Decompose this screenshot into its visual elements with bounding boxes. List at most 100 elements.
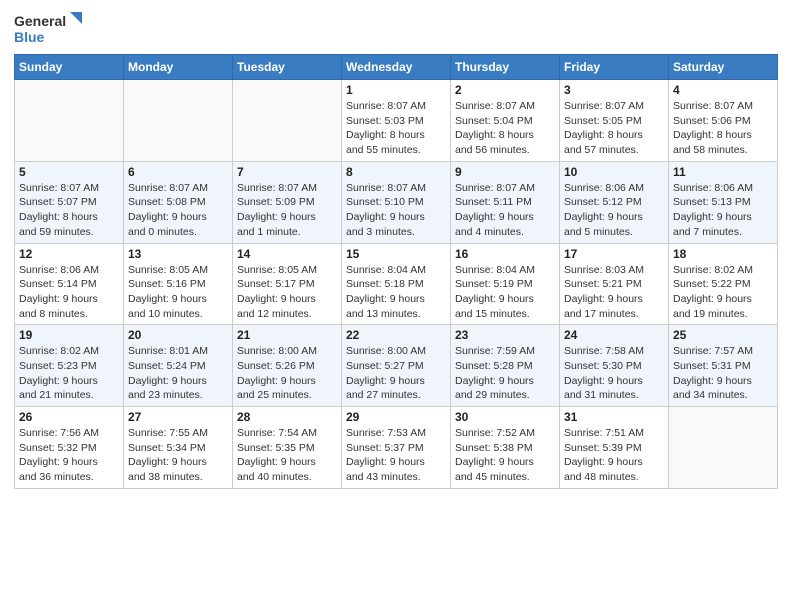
day-info: Sunrise: 8:07 AM Sunset: 5:06 PM Dayligh… (673, 99, 773, 158)
day-info: Sunrise: 8:06 AM Sunset: 5:14 PM Dayligh… (19, 263, 119, 322)
calendar-cell: 10Sunrise: 8:06 AM Sunset: 5:12 PM Dayli… (560, 161, 669, 243)
day-info: Sunrise: 8:01 AM Sunset: 5:24 PM Dayligh… (128, 344, 228, 403)
calendar-cell (233, 80, 342, 162)
calendar-cell: 29Sunrise: 7:53 AM Sunset: 5:37 PM Dayli… (342, 407, 451, 489)
day-number: 20 (128, 328, 228, 342)
calendar-cell: 15 Sunrise: 8:04 AM Sunset: 5:18 PM Dayli… (342, 243, 451, 325)
calendar-cell: 13Sunrise: 8:05 AM Sunset: 5:16 PM Dayli… (124, 243, 233, 325)
week-row-2: 5 Sunrise: 8:07 AM Sunset: 5:07 PM Daylig… (15, 161, 778, 243)
day-number: 18 (673, 247, 773, 261)
calendar-cell: 20 Sunrise: 8:01 AM Sunset: 5:24 PM Dayli… (124, 325, 233, 407)
calendar-cell: 14Sunrise: 8:05 AM Sunset: 5:17 PM Dayli… (233, 243, 342, 325)
week-row-3: 12 Sunrise: 8:06 AM Sunset: 5:14 PM Dayli… (15, 243, 778, 325)
weekday-friday: Friday (560, 55, 669, 80)
day-info: Sunrise: 7:58 AM Sunset: 5:30 PM Dayligh… (564, 344, 664, 403)
day-info: Sunrise: 7:55 AM Sunset: 5:34 PM Dayligh… (128, 426, 228, 485)
calendar-cell: 16Sunrise: 8:04 AM Sunset: 5:19 PM Dayli… (451, 243, 560, 325)
day-info: Sunrise: 8:07 AM Sunset: 5:03 PM Dayligh… (346, 99, 446, 158)
day-info: Sunrise: 8:03 AM Sunset: 5:21 PM Dayligh… (564, 263, 664, 322)
weekday-header-row: SundayMondayTuesdayWednesdayThursdayFrid… (15, 55, 778, 80)
calendar-cell: 6 Sunrise: 8:07 AM Sunset: 5:08 PM Daylig… (124, 161, 233, 243)
calendar-cell: 21 Sunrise: 8:00 AM Sunset: 5:26 PM Dayli… (233, 325, 342, 407)
day-number: 28 (237, 410, 337, 424)
day-number: 4 (673, 83, 773, 97)
calendar-cell: 7 Sunrise: 8:07 AM Sunset: 5:09 PM Daylig… (233, 161, 342, 243)
calendar-cell: 25 Sunrise: 7:57 AM Sunset: 5:31 PM Dayli… (669, 325, 778, 407)
week-row-5: 26Sunrise: 7:56 AM Sunset: 5:32 PM Dayli… (15, 407, 778, 489)
logo-general: General (14, 13, 66, 29)
weekday-monday: Monday (124, 55, 233, 80)
day-info: Sunrise: 8:07 AM Sunset: 5:10 PM Dayligh… (346, 181, 446, 240)
day-number: 7 (237, 165, 337, 179)
logo-svg: General Blue (14, 10, 84, 50)
weekday-thursday: Thursday (451, 55, 560, 80)
day-info: Sunrise: 8:04 AM Sunset: 5:18 PM Dayligh… (346, 263, 446, 322)
day-number: 11 (673, 165, 773, 179)
day-info: Sunrise: 8:04 AM Sunset: 5:19 PM Dayligh… (455, 263, 555, 322)
day-number: 26 (19, 410, 119, 424)
calendar-cell: 4 Sunrise: 8:07 AM Sunset: 5:06 PM Daylig… (669, 80, 778, 162)
day-info: Sunrise: 8:05 AM Sunset: 5:17 PM Dayligh… (237, 263, 337, 322)
calendar: SundayMondayTuesdayWednesdayThursdayFrid… (14, 54, 778, 489)
day-number: 12 (19, 247, 119, 261)
day-number: 9 (455, 165, 555, 179)
day-info: Sunrise: 8:06 AM Sunset: 5:13 PM Dayligh… (673, 181, 773, 240)
day-info: Sunrise: 7:59 AM Sunset: 5:28 PM Dayligh… (455, 344, 555, 403)
week-row-1: 1 Sunrise: 8:07 AM Sunset: 5:03 PM Daylig… (15, 80, 778, 162)
calendar-cell: 12 Sunrise: 8:06 AM Sunset: 5:14 PM Dayli… (15, 243, 124, 325)
day-info: Sunrise: 8:07 AM Sunset: 5:08 PM Dayligh… (128, 181, 228, 240)
day-info: Sunrise: 8:02 AM Sunset: 5:23 PM Dayligh… (19, 344, 119, 403)
calendar-cell: 31Sunrise: 7:51 AM Sunset: 5:39 PM Dayli… (560, 407, 669, 489)
day-number: 6 (128, 165, 228, 179)
day-number: 27 (128, 410, 228, 424)
weekday-tuesday: Tuesday (233, 55, 342, 80)
day-number: 3 (564, 83, 664, 97)
day-info: Sunrise: 8:07 AM Sunset: 5:09 PM Dayligh… (237, 181, 337, 240)
day-number: 25 (673, 328, 773, 342)
day-number: 8 (346, 165, 446, 179)
day-info: Sunrise: 7:54 AM Sunset: 5:35 PM Dayligh… (237, 426, 337, 485)
logo-triangle (70, 12, 82, 24)
calendar-cell (15, 80, 124, 162)
day-number: 23 (455, 328, 555, 342)
day-info: Sunrise: 8:07 AM Sunset: 5:05 PM Dayligh… (564, 99, 664, 158)
day-number: 21 (237, 328, 337, 342)
calendar-cell: 27 Sunrise: 7:55 AM Sunset: 5:34 PM Dayli… (124, 407, 233, 489)
calendar-cell: 3 Sunrise: 8:07 AM Sunset: 5:05 PM Daylig… (560, 80, 669, 162)
day-number: 2 (455, 83, 555, 97)
day-info: Sunrise: 8:00 AM Sunset: 5:26 PM Dayligh… (237, 344, 337, 403)
calendar-cell: 18 Sunrise: 8:02 AM Sunset: 5:22 PM Dayli… (669, 243, 778, 325)
calendar-cell: 11 Sunrise: 8:06 AM Sunset: 5:13 PM Dayli… (669, 161, 778, 243)
logo: General Blue (14, 10, 84, 50)
day-number: 22 (346, 328, 446, 342)
day-number: 15 (346, 247, 446, 261)
calendar-cell: 23 Sunrise: 7:59 AM Sunset: 5:28 PM Dayli… (451, 325, 560, 407)
day-info: Sunrise: 8:07 AM Sunset: 5:04 PM Dayligh… (455, 99, 555, 158)
calendar-cell: 24 Sunrise: 7:58 AM Sunset: 5:30 PM Dayli… (560, 325, 669, 407)
calendar-cell: 1 Sunrise: 8:07 AM Sunset: 5:03 PM Daylig… (342, 80, 451, 162)
calendar-cell: 28 Sunrise: 7:54 AM Sunset: 5:35 PM Dayli… (233, 407, 342, 489)
weekday-saturday: Saturday (669, 55, 778, 80)
day-info: Sunrise: 7:57 AM Sunset: 5:31 PM Dayligh… (673, 344, 773, 403)
day-info: Sunrise: 8:07 AM Sunset: 5:07 PM Dayligh… (19, 181, 119, 240)
day-number: 5 (19, 165, 119, 179)
day-number: 24 (564, 328, 664, 342)
week-row-4: 19 Sunrise: 8:02 AM Sunset: 5:23 PM Dayli… (15, 325, 778, 407)
day-number: 31 (564, 410, 664, 424)
day-number: 19 (19, 328, 119, 342)
header: General Blue (14, 10, 778, 50)
logo-blue: Blue (14, 29, 45, 45)
day-info: Sunrise: 8:02 AM Sunset: 5:22 PM Dayligh… (673, 263, 773, 322)
calendar-cell (669, 407, 778, 489)
day-info: Sunrise: 8:06 AM Sunset: 5:12 PM Dayligh… (564, 181, 664, 240)
day-info: Sunrise: 8:00 AM Sunset: 5:27 PM Dayligh… (346, 344, 446, 403)
weekday-sunday: Sunday (15, 55, 124, 80)
day-number: 29 (346, 410, 446, 424)
calendar-cell: 19 Sunrise: 8:02 AM Sunset: 5:23 PM Dayli… (15, 325, 124, 407)
weekday-wednesday: Wednesday (342, 55, 451, 80)
day-number: 30 (455, 410, 555, 424)
day-number: 1 (346, 83, 446, 97)
calendar-cell: 9Sunrise: 8:07 AM Sunset: 5:11 PM Daylig… (451, 161, 560, 243)
day-number: 13 (128, 247, 228, 261)
page: General Blue SundayMondayTuesdayWednesda… (0, 0, 792, 612)
